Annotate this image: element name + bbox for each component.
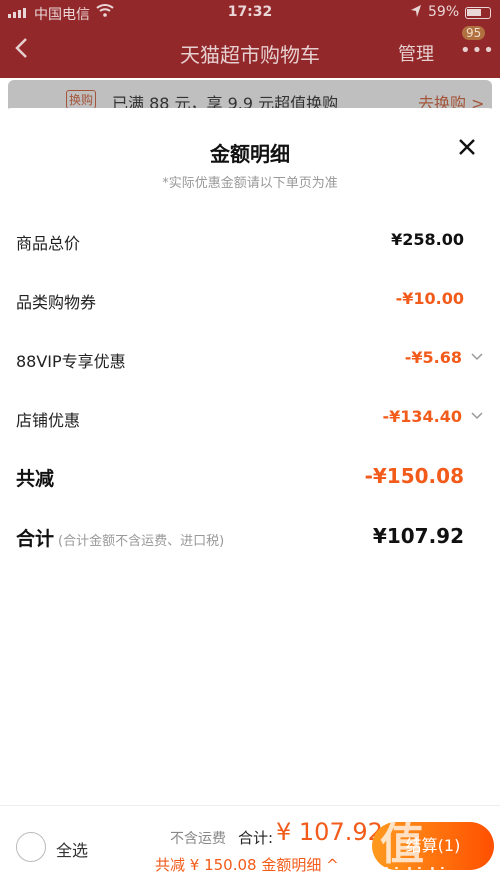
close-icon[interactable] bbox=[452, 132, 482, 162]
row-label: 共减 bbox=[16, 468, 55, 490]
message-badge: 95 bbox=[462, 26, 486, 40]
select-all-label[interactable]: 全选 bbox=[56, 837, 88, 861]
chevron-down-icon[interactable] bbox=[470, 409, 484, 423]
row-label: 品类购物券 bbox=[16, 293, 97, 312]
sheet-subtitle: *实际优惠金额请以下单页为准 bbox=[162, 176, 338, 191]
total-label: 合计: bbox=[238, 829, 274, 847]
row-value: -¥134.40 bbox=[382, 407, 462, 426]
chevron-down-icon[interactable] bbox=[470, 350, 484, 364]
row-label: 88VIP专享优惠 bbox=[16, 352, 126, 371]
sheet-title: 金额明细 bbox=[210, 142, 290, 166]
row-label: 合计 (合计金额不含运费、进口税) bbox=[16, 524, 224, 551]
row-value: -¥5.68 bbox=[404, 348, 462, 367]
row-goods-total: 商品总价 ¥258.00 bbox=[16, 228, 464, 258]
shipping-note: 不含运费 bbox=[170, 831, 226, 847]
row-value: -¥10.00 bbox=[395, 289, 464, 308]
row-store-discount[interactable]: 店铺优惠 -¥134.40 bbox=[16, 405, 484, 435]
reduce-summary[interactable]: 共减 ¥ 150.08 金额明细 ^ bbox=[155, 854, 339, 875]
battery-percent: 59% bbox=[428, 4, 460, 20]
row-grand-total: 合计 (合计金额不含运费、进口税) ¥107.92 bbox=[16, 522, 464, 552]
row-88vip-discount[interactable]: 88VIP专享优惠 -¥5.68 bbox=[16, 346, 484, 376]
row-value: ¥107.92 bbox=[372, 524, 464, 548]
location-icon bbox=[410, 4, 422, 22]
nav-bar: 天猫超市购物车 管理 ••• 95 bbox=[0, 26, 500, 78]
more-icon[interactable]: ••• bbox=[460, 40, 495, 61]
row-label: 店铺优惠 bbox=[16, 411, 81, 430]
row-label: 商品总价 bbox=[16, 234, 81, 253]
row-category-coupon: 品类购物券 -¥10.00 bbox=[16, 287, 464, 317]
total-value: ¥ 107.92 bbox=[276, 818, 383, 846]
manage-button[interactable]: 管理 bbox=[398, 40, 434, 66]
checkout-button[interactable]: 结算(1) bbox=[372, 822, 494, 870]
amount-detail-link[interactable]: 金额明细 ^ bbox=[261, 856, 338, 874]
battery-icon bbox=[465, 7, 491, 19]
amount-detail-sheet: 金额明细 *实际优惠金额请以下单页为准 商品总价 ¥258.00 品类购物券 -… bbox=[0, 108, 500, 805]
row-label-text: 合计 bbox=[16, 528, 55, 550]
checkout-bar: 全选 不含运费 合计: ¥ 107.92 共减 ¥ 150.08 金额明细 ^ … bbox=[0, 805, 500, 889]
row-value: -¥150.08 bbox=[364, 464, 464, 488]
row-value: ¥258.00 bbox=[391, 230, 464, 249]
promo-tag: 换购 bbox=[66, 90, 97, 109]
row-note: (合计金额不含运费、进口税) bbox=[58, 534, 225, 549]
status-bar: 中国电信 17:32 59% bbox=[0, 0, 500, 26]
clock: 17:32 bbox=[227, 4, 273, 20]
select-all-checkbox[interactable] bbox=[16, 832, 46, 862]
row-total-reduction: 共减 -¥150.08 bbox=[16, 462, 464, 492]
reduce-text: 共减 ¥ 150.08 bbox=[155, 856, 257, 874]
